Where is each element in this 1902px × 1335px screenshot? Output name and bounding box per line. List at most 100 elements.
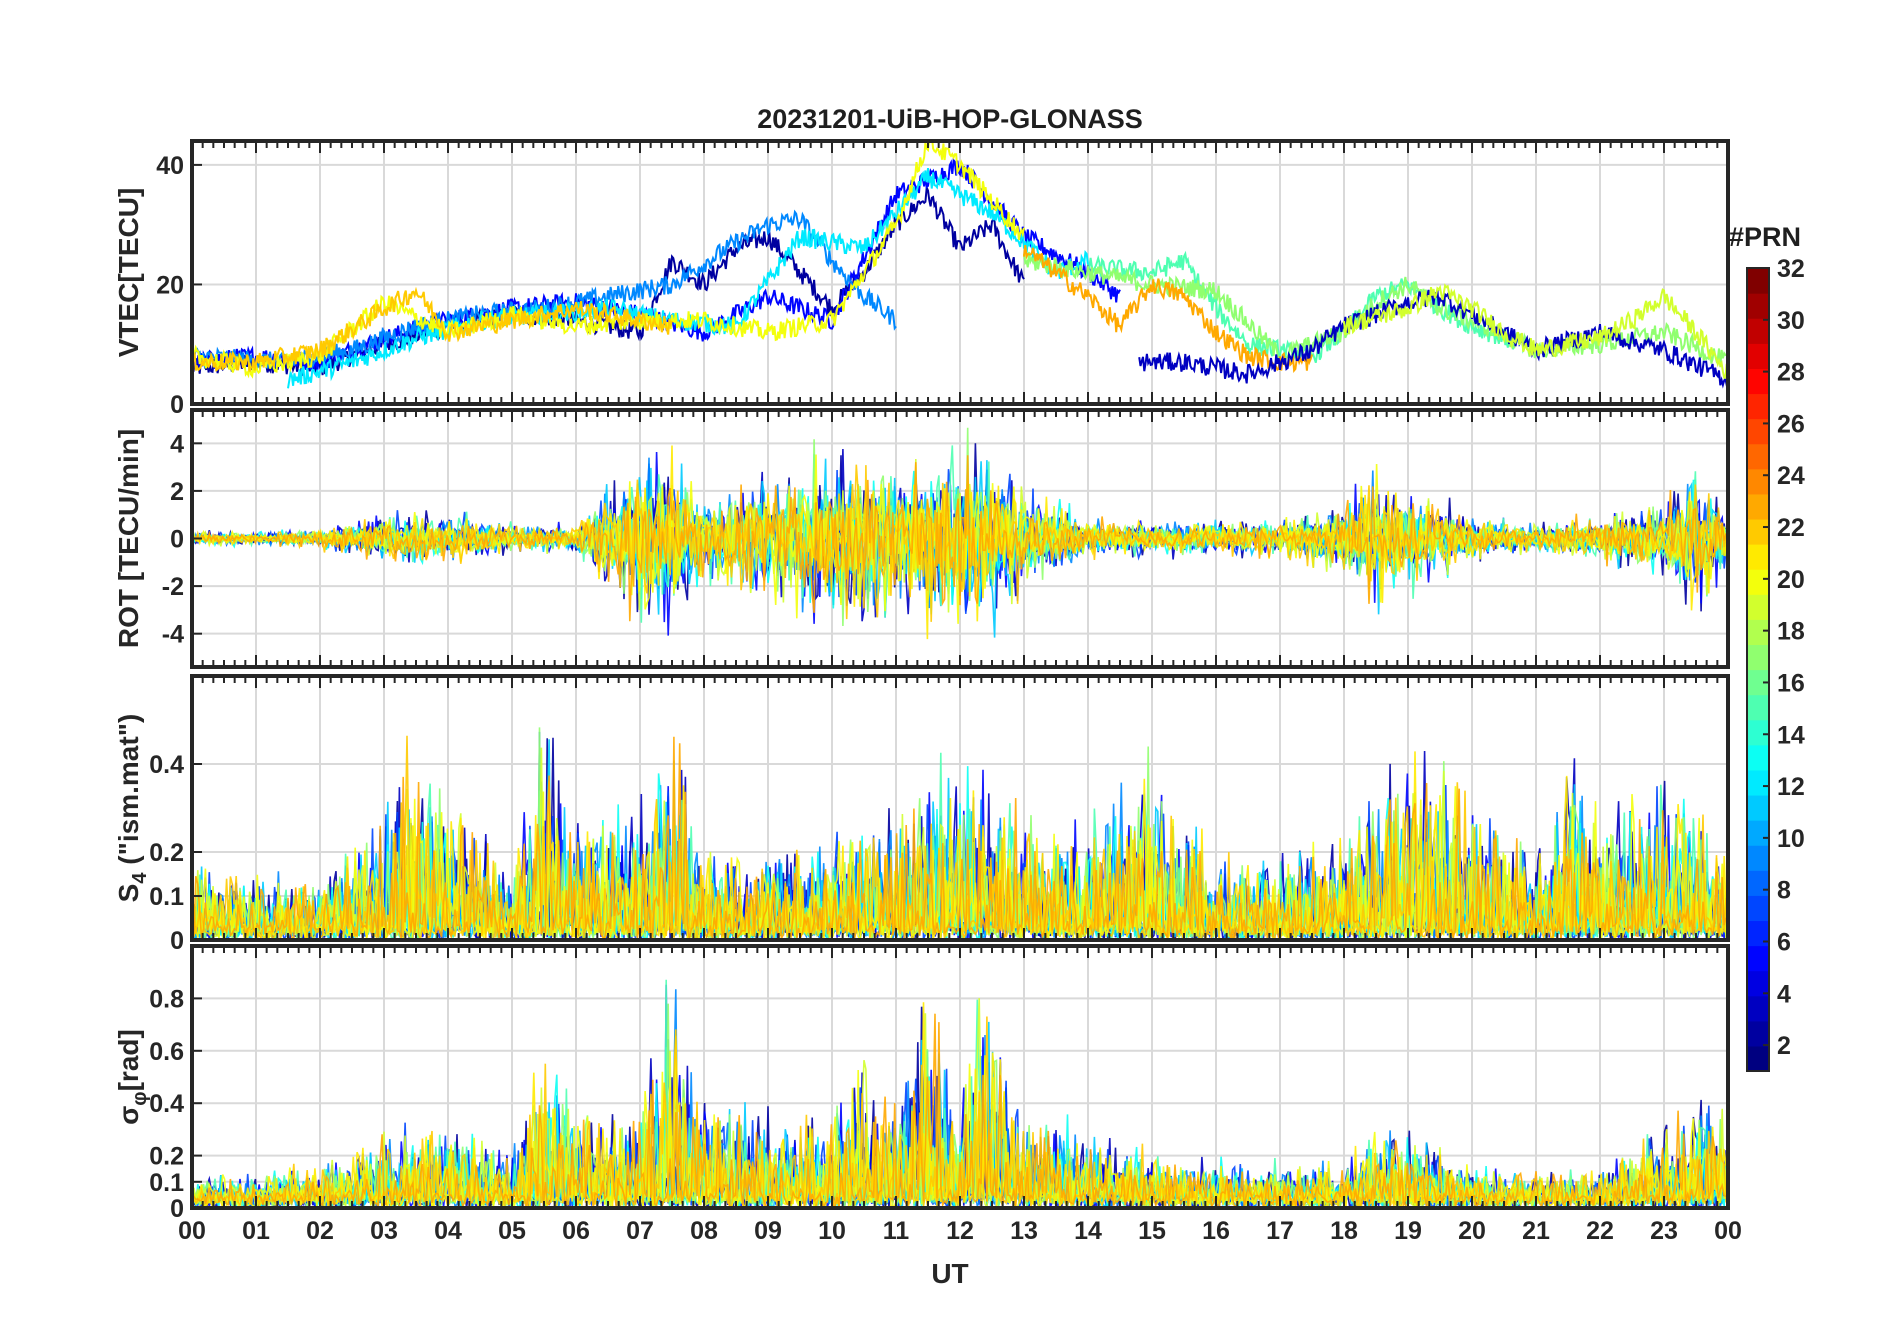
colorbar-segment	[1747, 293, 1769, 319]
x-tick-labels: 00 01 02 03 04 05 06 07 08 09 10 11 12 13 14 15 16 17 18 19…	[178, 1217, 1742, 1245]
x-tick-label: 19	[1394, 1217, 1422, 1245]
y-tick-label: 2	[170, 478, 184, 506]
x-tick-label: 10	[818, 1217, 846, 1245]
y-tick-label: -2	[162, 573, 184, 601]
colorbar-tick-label: 12	[1777, 773, 1805, 801]
y-tick-label: 0.4	[149, 1090, 184, 1118]
x-tick-label: 07	[626, 1217, 654, 1245]
y-tick-label: 20	[156, 271, 184, 299]
colorbar-segment	[1747, 719, 1769, 746]
y-axis-label-rot: ROT [TECU/min]	[113, 429, 144, 648]
colorbar-tick-label: 10	[1777, 825, 1805, 853]
colorbar-segment	[1747, 794, 1769, 821]
panel-rot: -4 -2 0 2 4 ROT [TECU/min]	[113, 408, 1730, 669]
colorbar-tick-label: 6	[1777, 928, 1791, 956]
x-tick-label: 02	[306, 1217, 334, 1245]
colorbar-tick-label: 8	[1777, 877, 1791, 905]
colorbar-tick-label: 26	[1777, 410, 1805, 438]
x-tick-label: 04	[434, 1217, 462, 1245]
x-tick-label: 03	[370, 1217, 398, 1245]
x-tick-label: 20	[1458, 1217, 1486, 1245]
y-tick-label: 0	[170, 391, 184, 419]
x-tick-label: 00	[1714, 1217, 1742, 1245]
y-tick-label: 0.4	[149, 751, 184, 779]
colorbar-title: #PRN	[1729, 222, 1801, 252]
y-tick-label: 0	[170, 526, 184, 554]
colorbar-tick-label: 24	[1777, 462, 1805, 490]
figure: 20231201-UiB-HOP-GLONASS 0 20 40 VTEC[TECU]…	[0, 0, 1902, 1330]
series-prn-9	[192, 209, 897, 370]
colorbar-segment	[1747, 594, 1769, 620]
x-tick-label: 23	[1650, 1217, 1678, 1245]
colorbar-tick-label: 16	[1777, 669, 1805, 697]
colorbar-segment	[1747, 544, 1769, 570]
y-tick-label: 0.2	[149, 1143, 184, 1171]
y-axis-label-vtec: VTEC[TECU]	[113, 188, 144, 358]
colorbar-segment	[1747, 518, 1769, 545]
chart-title: 20231201-UiB-HOP-GLONASS	[757, 104, 1143, 134]
x-tick-label: 06	[562, 1217, 590, 1245]
colorbar-segment	[1747, 493, 1769, 520]
x-tick-label: 08	[690, 1217, 718, 1245]
x-tick-label: 18	[1330, 1217, 1358, 1245]
x-tick-label: 21	[1522, 1217, 1550, 1245]
x-tick-label: 11	[883, 1217, 910, 1245]
colorbar-segment	[1747, 845, 1769, 871]
colorbar-segment	[1747, 1020, 1769, 1047]
colorbar-tick-label: 30	[1777, 307, 1805, 335]
y-tick-label: 0.2	[149, 839, 184, 867]
colorbar-segment	[1747, 569, 1769, 595]
colorbar-segment	[1747, 343, 1769, 369]
colorbar-tick-label: 28	[1777, 359, 1805, 387]
x-tick-label: 09	[754, 1217, 782, 1245]
x-tick-label: 22	[1586, 1217, 1614, 1245]
colorbar-tick-label: 18	[1777, 618, 1805, 646]
y-axis-label-s4: S4 ("ism.mat")	[113, 714, 151, 903]
colorbar-tick-label: 20	[1777, 566, 1805, 594]
y-tick-label: 0.8	[149, 985, 184, 1013]
x-tick-label: 13	[1010, 1217, 1038, 1245]
series-prn-20	[192, 141, 1025, 379]
colorbar-segment	[1747, 1045, 1769, 1072]
colorbar-segment	[1747, 468, 1769, 495]
x-tick-label: 05	[498, 1217, 526, 1245]
colorbar-segment	[1747, 895, 1769, 922]
y-tick-label: 4	[170, 430, 184, 458]
panel-vtec: 0 20 40 VTEC[TECU]	[113, 139, 1730, 419]
colorbar-segment	[1747, 393, 1769, 420]
colorbar-tick-label: 22	[1777, 514, 1805, 542]
colorbar-segment	[1747, 694, 1769, 721]
colorbar-tick-label: 4	[1777, 980, 1791, 1008]
x-axis-label: UT	[931, 1258, 968, 1289]
y-axis-label-sigma_phi: σφ[rad]	[113, 1029, 151, 1125]
colorbar-segment	[1747, 268, 1769, 294]
x-tick-label: 14	[1074, 1217, 1102, 1245]
colorbar-segment	[1747, 820, 1769, 846]
x-tick-label: 01	[242, 1217, 270, 1245]
colorbar-tick-label: 14	[1777, 721, 1805, 749]
colorbar-segment	[1747, 769, 1769, 796]
grid-vtec	[191, 141, 1729, 405]
colorbar-segment	[1747, 443, 1769, 470]
x-tick-label: 17	[1266, 1217, 1294, 1245]
colorbar-segment	[1747, 619, 1769, 645]
colorbar-tick-label: 2	[1777, 1032, 1791, 1060]
colorbar: 2468101214161820222426283032#PRN	[1729, 222, 1805, 1072]
x-tick-label: 12	[946, 1217, 974, 1245]
panel-s4: 0 0.1 0.2 0.4S4 ("ism.mat")	[113, 674, 1730, 955]
panel-sigma_phi: 00.10.20.40.60.8σφ[rad]	[113, 944, 1730, 1223]
colorbar-tick-label: 32	[1777, 255, 1805, 283]
x-tick-label: 15	[1138, 1217, 1166, 1245]
colorbar-segment	[1747, 945, 1769, 972]
chart-svg: 20231201-UiB-HOP-GLONASS 02040VTEC[TECU]…	[113, 104, 1805, 1289]
colorbar-segment	[1747, 318, 1769, 344]
x-tick-label: 16	[1202, 1217, 1230, 1245]
y-tick-label: 0.1	[149, 1169, 184, 1197]
y-tick-label: 40	[156, 152, 184, 180]
y-tick-label: 0.1	[149, 883, 184, 911]
colorbar-segment	[1747, 644, 1769, 671]
colorbar-segment	[1747, 744, 1769, 771]
y-tick-label: -4	[162, 621, 184, 649]
colorbar-segment	[1747, 418, 1769, 445]
colorbar-segment	[1747, 870, 1769, 896]
